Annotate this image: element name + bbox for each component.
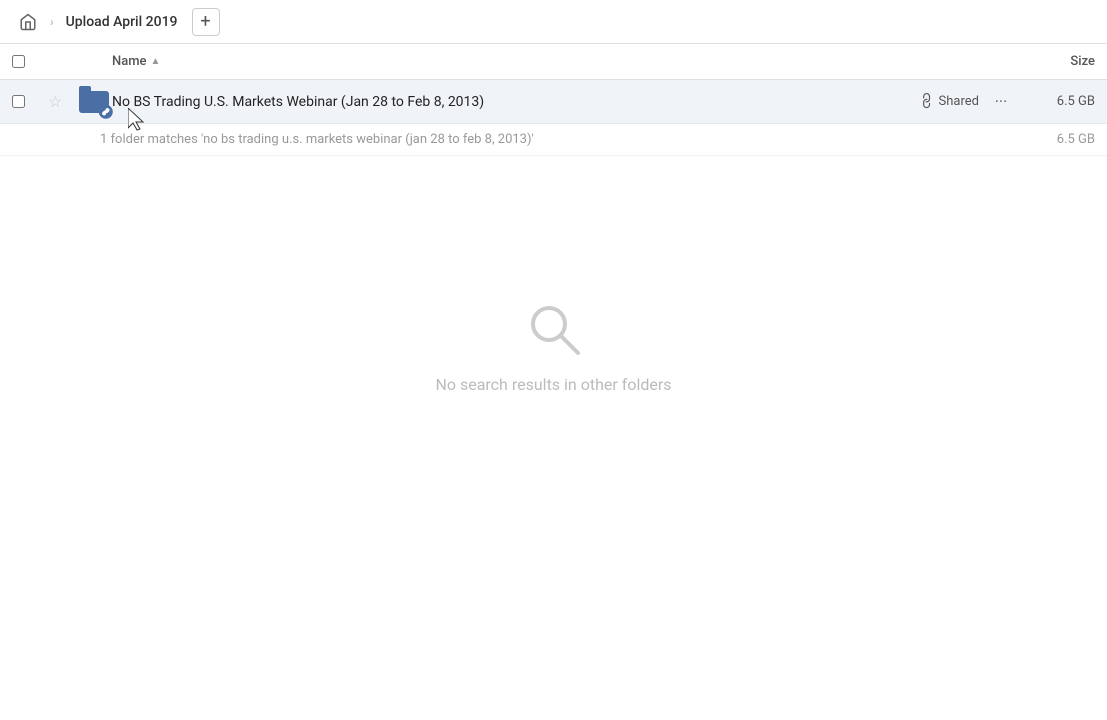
shared-label: Shared xyxy=(939,94,979,109)
top-bar: › Upload April 2019 + xyxy=(0,0,1107,44)
breadcrumb-upload-april[interactable]: Upload April 2019 xyxy=(60,10,184,34)
header-size-col: Size xyxy=(1015,54,1095,69)
folder-icon-container xyxy=(76,88,112,116)
select-all-checkbox[interactable] xyxy=(12,55,25,68)
table-header: Name ▲ Size xyxy=(0,44,1107,80)
shared-badge: Shared xyxy=(921,93,979,111)
more-options-button[interactable]: ··· xyxy=(987,88,1015,116)
sort-indicator: ▲ xyxy=(151,56,161,67)
add-folder-button[interactable]: + xyxy=(192,8,220,36)
link-icon xyxy=(916,90,939,113)
file-row[interactable]: ☆ No BS Trading U.S. Markets Webinar (Ja… xyxy=(0,80,1107,124)
row-checkbox-col xyxy=(12,95,48,108)
file-size: 6.5 GB xyxy=(1015,94,1095,109)
header-checkbox-col xyxy=(12,55,48,68)
file-name: No BS Trading U.S. Markets Webinar (Jan … xyxy=(112,94,921,110)
star-button[interactable]: ☆ xyxy=(48,92,76,111)
folder-icon-wrap xyxy=(78,88,110,116)
summary-size: 6.5 GB xyxy=(1015,132,1095,147)
summary-text: 1 folder matches 'no bs trading u.s. mar… xyxy=(100,132,1015,147)
header-name-col[interactable]: Name ▲ xyxy=(112,54,1015,69)
empty-search-icon xyxy=(524,299,584,359)
breadcrumb-chevron-1: › xyxy=(50,15,54,29)
empty-message: No search results in other folders xyxy=(435,375,671,394)
row-actions: Shared ··· xyxy=(921,88,1015,116)
share-badge-icon xyxy=(99,104,113,118)
empty-state: No search results in other folders xyxy=(0,156,1107,536)
row-checkbox[interactable] xyxy=(12,95,25,108)
summary-row: 1 folder matches 'no bs trading u.s. mar… xyxy=(0,124,1107,156)
home-button[interactable] xyxy=(12,6,44,38)
